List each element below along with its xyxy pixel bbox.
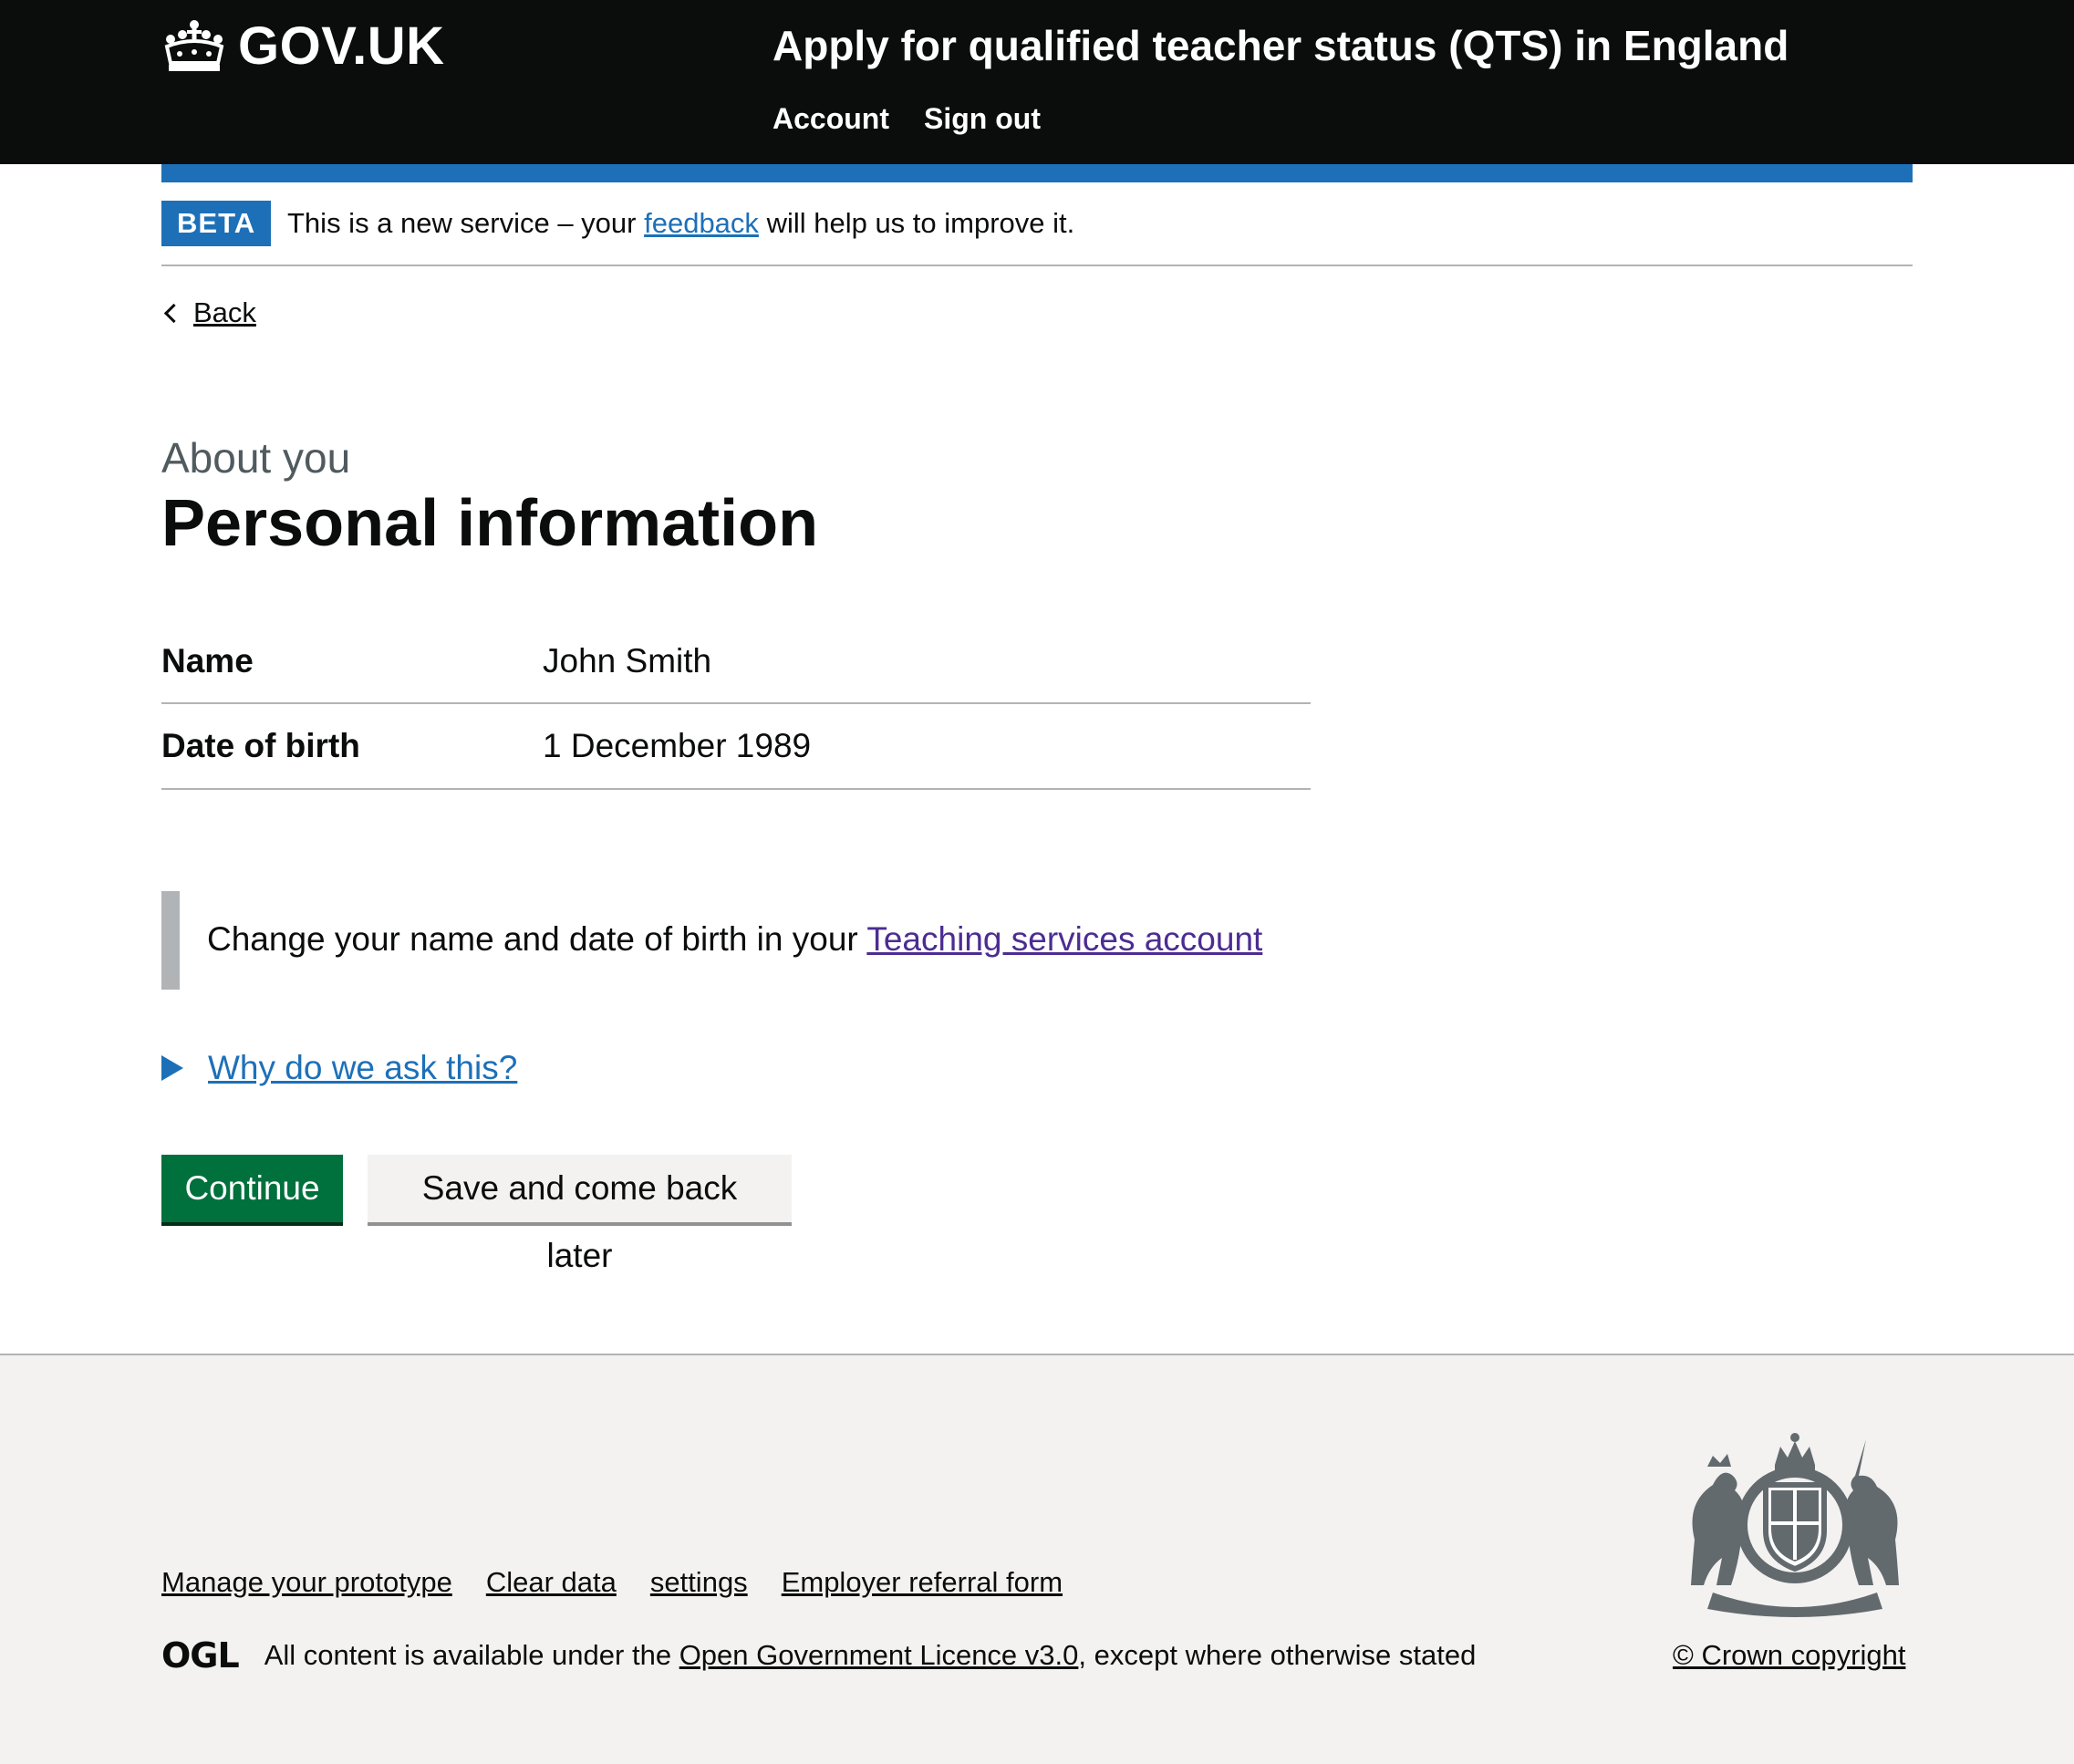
back-link-label: Back [193, 296, 256, 328]
crown-icon [164, 20, 224, 71]
inset-text-content: Change your name and date of birth in yo… [207, 918, 1262, 960]
triangle-right-icon [161, 1055, 183, 1081]
footer-link-settings[interactable]: settings [650, 1562, 748, 1603]
summary-key: Date of birth [161, 727, 360, 764]
phase-text-before: This is a new service – your [287, 207, 637, 239]
inset-text: Change your name and date of birth in yo… [161, 891, 1311, 990]
summary-value: John Smith [543, 642, 712, 680]
summary-row-name: Name John Smith [161, 620, 1311, 704]
licence-text: All content is available under the Open … [264, 1634, 1477, 1676]
royal-coat-of-arms-icon [1691, 1433, 1899, 1617]
licence-text-after: , except where otherwise stated [1078, 1639, 1477, 1671]
details-summary-text[interactable]: Why do we ask this? [208, 1047, 517, 1089]
header-blue-bar [161, 164, 1913, 182]
govuk-logo-link[interactable]: GOV.UK [161, 15, 444, 78]
summary-row-date-of-birth: Date of birth 1 December 1989 [161, 704, 1311, 790]
footer-links: Manage your prototype Clear data setting… [161, 1562, 1063, 1603]
crown-copyright-link[interactable]: © Crown copyright [1673, 1634, 1905, 1676]
teaching-services-account-link[interactable]: Teaching services account [866, 920, 1262, 958]
header-navigation: Account Sign out [773, 99, 1041, 139]
service-name-link[interactable]: Apply for qualified teacher status (QTS)… [773, 18, 1789, 73]
details-why-ask[interactable]: Why do we ask this? [161, 1047, 517, 1089]
logo-text: GOV.UK [238, 16, 445, 76]
open-government-licence-link[interactable]: Open Government Licence v3.0 [679, 1639, 1079, 1671]
page-title: Personal information [161, 487, 819, 560]
licence-text-before: All content is available under the [264, 1639, 672, 1671]
beta-tag: BETA [161, 201, 272, 246]
summary-list: Name John Smith Date of birth 1 December… [161, 620, 1311, 790]
phase-banner: BETA This is a new service – your feedba… [161, 201, 1913, 266]
back-link[interactable]: Back [161, 292, 256, 334]
nav-sign-out-link[interactable]: Sign out [924, 99, 1041, 139]
save-and-come-back-later-button[interactable]: Save and come back later [368, 1155, 792, 1274]
feedback-link[interactable]: feedback [644, 207, 759, 239]
footer-link-manage-prototype[interactable]: Manage your prototype [161, 1562, 452, 1603]
licence: OGL All content is available under the O… [161, 1634, 1476, 1676]
footer: Manage your prototype Clear data setting… [0, 1354, 2074, 1764]
inset-text-before: Change your name and date of birth in yo… [207, 920, 858, 958]
footer-link-employer-referral[interactable]: Employer referral form [782, 1562, 1063, 1603]
phase-text-after: will help us to improve it. [766, 207, 1075, 239]
continue-button[interactable]: Continue [161, 1155, 343, 1222]
footer-link-clear-data[interactable]: Clear data [486, 1562, 617, 1603]
summary-value: 1 December 1989 [543, 727, 812, 764]
nav-account-link[interactable]: Account [773, 99, 889, 139]
govuk-header: GOV.UK Apply for qualified teacher statu… [0, 0, 2074, 164]
phase-banner-text: This is a new service – your feedback wi… [287, 202, 1074, 244]
ogl-logo: OGL [161, 1635, 240, 1676]
summary-key: Name [161, 642, 254, 680]
page-caption: About you [161, 434, 351, 482]
chevron-left-icon [163, 303, 184, 323]
